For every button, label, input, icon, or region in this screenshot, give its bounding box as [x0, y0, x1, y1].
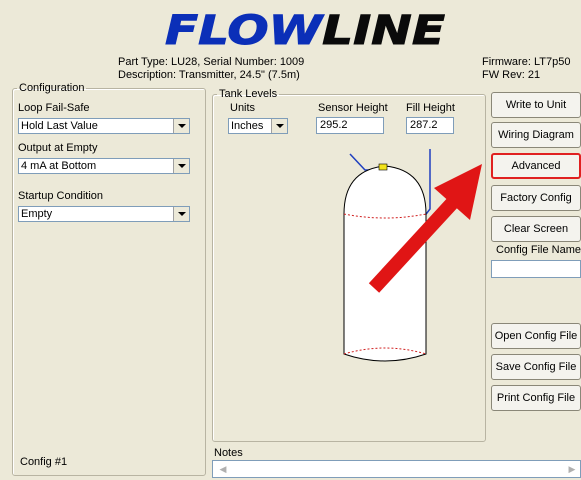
logo-text: FLOW LINE [165, 8, 445, 48]
clear-screen-button[interactable]: Clear Screen [491, 216, 581, 242]
startup-condition-value: Empty [21, 208, 53, 220]
write-to-unit-button[interactable]: Write to Unit [491, 92, 581, 118]
units-label: Units [230, 102, 256, 114]
loop-failsafe-label: Loop Fail-Safe [18, 102, 90, 114]
loop-failsafe-value: Hold Last Value [21, 120, 98, 132]
logo-line: LINE [322, 8, 445, 48]
units-value: Inches [231, 120, 264, 132]
sensor-height-label: Sensor Height [318, 102, 388, 114]
firmware-text: Firmware: LT7p50 [482, 56, 571, 68]
open-config-file-button[interactable]: Open Config File [491, 323, 581, 349]
logo-flow: FLOW [165, 8, 324, 48]
startup-condition-select[interactable]: Empty [18, 206, 190, 222]
output-empty-select[interactable]: 4 mA at Bottom [18, 158, 190, 174]
wiring-diagram-button[interactable]: Wiring Diagram [491, 122, 581, 148]
advanced-button[interactable]: Advanced [491, 153, 581, 179]
save-config-file-button[interactable]: Save Config File [491, 354, 581, 380]
chevron-down-icon[interactable] [173, 159, 189, 173]
chevron-down-icon[interactable] [271, 119, 287, 133]
part-type-text: Part Type: LU28, Serial Number: 1009 [118, 56, 305, 68]
loop-failsafe-select[interactable]: Hold Last Value [18, 118, 190, 134]
startup-condition-label: Startup Condition [18, 190, 103, 202]
flowline-logo: FLOW LINE [165, 8, 445, 48]
notes-field[interactable]: ◀ ▶ [212, 460, 581, 478]
description-text: Description: Transmitter, 24.5" (7.5m) [118, 69, 300, 81]
fill-height-input[interactable]: 287.2 [406, 117, 454, 134]
output-empty-value: 4 mA at Bottom [21, 160, 97, 172]
notes-label: Notes [214, 447, 243, 459]
tank-levels-legend: Tank Levels [219, 88, 278, 100]
scroll-left-icon[interactable]: ◀ [217, 463, 229, 475]
chevron-down-icon[interactable] [173, 207, 189, 221]
configuration-legend: Configuration [19, 82, 85, 94]
red-arrow-icon [368, 164, 482, 293]
config-file-name-input[interactable] [491, 260, 581, 278]
config-number-label: Config #1 [20, 456, 68, 468]
fw-rev-text: FW Rev: 21 [482, 69, 541, 81]
fill-height-label: Fill Height [406, 102, 455, 114]
units-select[interactable]: Inches [228, 118, 288, 134]
scroll-right-icon[interactable]: ▶ [566, 463, 578, 475]
print-config-file-button[interactable]: Print Config File [491, 385, 581, 411]
chevron-down-icon[interactable] [173, 119, 189, 133]
sensor-height-input[interactable]: 295.2 [316, 117, 384, 134]
config-file-name-label: Config File Name [496, 244, 581, 256]
factory-config-button[interactable]: Factory Config [491, 185, 581, 211]
output-empty-label: Output at Empty [18, 142, 98, 154]
